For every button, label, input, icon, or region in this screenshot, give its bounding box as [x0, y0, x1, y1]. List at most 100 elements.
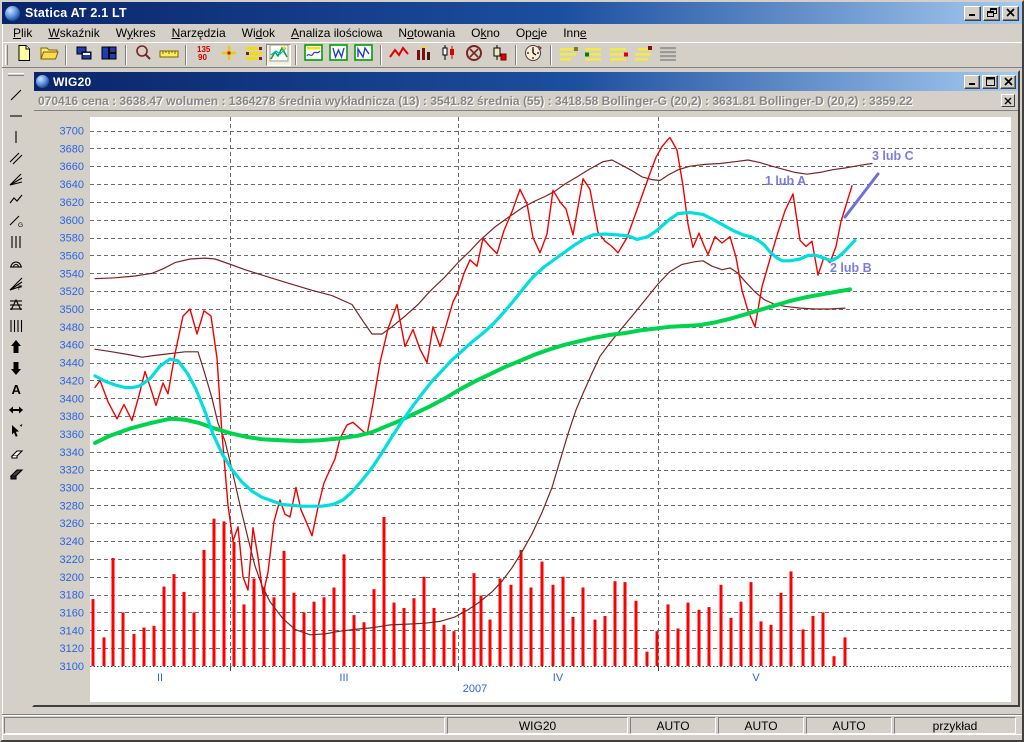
palette-handle[interactable]	[8, 73, 24, 76]
new-chart-button[interactable]	[11, 44, 36, 66]
menu-plik[interactable]: Plik	[5, 25, 40, 42]
y-axis-labels: 3100 3120 3140 3160 3180 3200 3220 3240 3260 3280…	[60, 126, 84, 674]
svg-text:3300: 3300	[60, 483, 84, 495]
trend-line-tool[interactable]	[4, 84, 28, 105]
fibonacci-fan-tool[interactable]: F	[4, 273, 28, 294]
chart-svg[interactable]: 3100 3120 3140 3160 3180 3200 3220 3240 3260 3280…	[34, 111, 1018, 707]
zoom-button[interactable]	[131, 44, 156, 66]
status-panel-auto[interactable]: AUTO	[806, 717, 892, 734]
no-overlay-button[interactable]	[461, 44, 486, 66]
svg-text:2 lub B: 2 lub B	[830, 261, 872, 275]
list-darkred-button[interactable]	[631, 44, 656, 66]
vertical-line-tool[interactable]	[4, 126, 28, 147]
menu-inne[interactable]: Inne	[555, 25, 594, 42]
close-button[interactable]	[1002, 5, 1019, 21]
list-red-icon	[609, 45, 629, 66]
indicator-w-button[interactable]	[326, 44, 351, 66]
svg-text:3180: 3180	[60, 590, 84, 602]
restore-button[interactable]	[983, 5, 1000, 21]
list-red-button[interactable]	[606, 44, 631, 66]
values-button[interactable]: 135 90	[191, 44, 216, 66]
chart-view-button[interactable]	[266, 44, 291, 66]
status-bar: WIG20 AUTO AUTO AUTO przykład	[2, 714, 1022, 734]
trend-fan-tool[interactable]	[4, 168, 28, 189]
svg-text:3360: 3360	[60, 429, 84, 441]
expand-horizontal-tool[interactable]	[4, 399, 28, 420]
menu-widok[interactable]: Widok	[234, 25, 283, 42]
open-button[interactable]	[36, 44, 61, 66]
svg-text:3280: 3280	[60, 500, 84, 512]
tile-icon	[100, 44, 118, 67]
menu-opcje[interactable]: Opcje	[508, 25, 555, 42]
clock-icon	[524, 44, 543, 67]
vline-icon	[15, 130, 17, 143]
zigzag-tool[interactable]	[4, 189, 28, 210]
ind-w-icon	[329, 44, 348, 66]
svg-text:3400: 3400	[60, 393, 84, 405]
list-green-button[interactable]	[581, 44, 606, 66]
crosshair-button[interactable]	[216, 44, 241, 66]
arrow-up-tool[interactable]	[4, 336, 28, 357]
status-panel-auto[interactable]: AUTO	[630, 717, 716, 734]
svg-text:3700: 3700	[60, 126, 84, 138]
status-panel-auto[interactable]: AUTO	[718, 717, 804, 734]
chart-window: WIG20 070416 cena : 3638.47 wolumen : 13…	[32, 70, 1020, 707]
svg-text:3460: 3460	[60, 340, 84, 352]
maximize-button[interactable]	[982, 74, 998, 89]
drawing-tool-palette: G F A	[2, 68, 30, 714]
menu-wykres[interactable]: Wykres	[108, 25, 164, 42]
candle-chart-button[interactable]	[436, 44, 461, 66]
svg-text:3480: 3480	[60, 322, 84, 334]
line-chart-button[interactable]	[386, 44, 411, 66]
bar-chart-button[interactable]	[411, 44, 436, 66]
svg-text:3220: 3220	[60, 554, 84, 566]
time-zones-tool[interactable]	[4, 315, 28, 336]
fibonacci-retracement-tool[interactable]	[4, 294, 28, 315]
cascade-windows-button[interactable]	[71, 44, 96, 66]
status-panel-przykad[interactable]: przykład	[894, 717, 1016, 734]
list-olive-button[interactable]	[556, 44, 581, 66]
refresh-quotes-button[interactable]	[521, 44, 546, 66]
text-tool[interactable]: A	[4, 378, 28, 399]
erase-all-tool[interactable]	[4, 462, 28, 483]
minimize-button[interactable]	[964, 73, 980, 91]
menu-analizailociowa[interactable]: Analiza ilościowa	[283, 25, 390, 42]
menu-wskanik[interactable]: Wskaźnik	[40, 25, 107, 42]
ind-n-icon	[354, 44, 373, 66]
candle-volume-button[interactable]	[486, 44, 511, 66]
svg-text:3260: 3260	[60, 518, 84, 530]
svg-text:90: 90	[198, 53, 207, 62]
gann-line-tool[interactable]: G	[4, 210, 28, 231]
menu-narzdzia[interactable]: Narzędzia	[164, 25, 234, 42]
chart-area[interactable]: 3100 3120 3140 3160 3180 3200 3220 3240 3260 3280…	[34, 111, 1018, 705]
close-button[interactable]	[1000, 74, 1016, 89]
measure-button[interactable]	[156, 44, 181, 66]
svg-text:V: V	[752, 672, 760, 684]
menu-okno[interactable]: Okno	[463, 25, 508, 42]
info-bar-close-button[interactable]	[1001, 94, 1015, 107]
speed-lines-tool[interactable]	[4, 231, 28, 252]
pointer-tool[interactable]	[4, 420, 28, 441]
minimize-button[interactable]	[964, 4, 981, 22]
list-gray-button[interactable]	[656, 44, 681, 66]
tile-windows-button[interactable]	[96, 44, 121, 66]
levels-button[interactable]	[241, 44, 266, 66]
menu-notowania[interactable]: Notowania	[390, 25, 463, 42]
eraser-tool[interactable]	[4, 441, 28, 462]
application-window: Statica AT 2.1 LT Plik Wskaźnik Wykres Narz…	[0, 0, 1024, 742]
circle-x-icon	[465, 44, 483, 67]
indicator-info-bar: 070416 cena : 3638.47 wolumen : 1364278 …	[34, 91, 1018, 111]
chart-window-title-bar[interactable]: WIG20	[34, 72, 1018, 91]
toolbar-grip[interactable]	[5, 45, 8, 65]
horizontal-line-tool[interactable]	[4, 105, 28, 126]
close-icon	[1004, 97, 1012, 104]
arcs-tool[interactable]	[4, 252, 28, 273]
toolbar-separator	[185, 45, 187, 65]
title-bar[interactable]: Statica AT 2.1 LT	[2, 2, 1022, 24]
minimize-icon	[968, 4, 977, 22]
indicator-window-button[interactable]	[301, 44, 326, 66]
indicator-n-button[interactable]	[351, 44, 376, 66]
arrow-down-tool[interactable]	[4, 357, 28, 378]
minimize-icon	[968, 73, 977, 91]
parallel-lines-tool[interactable]	[4, 147, 28, 168]
